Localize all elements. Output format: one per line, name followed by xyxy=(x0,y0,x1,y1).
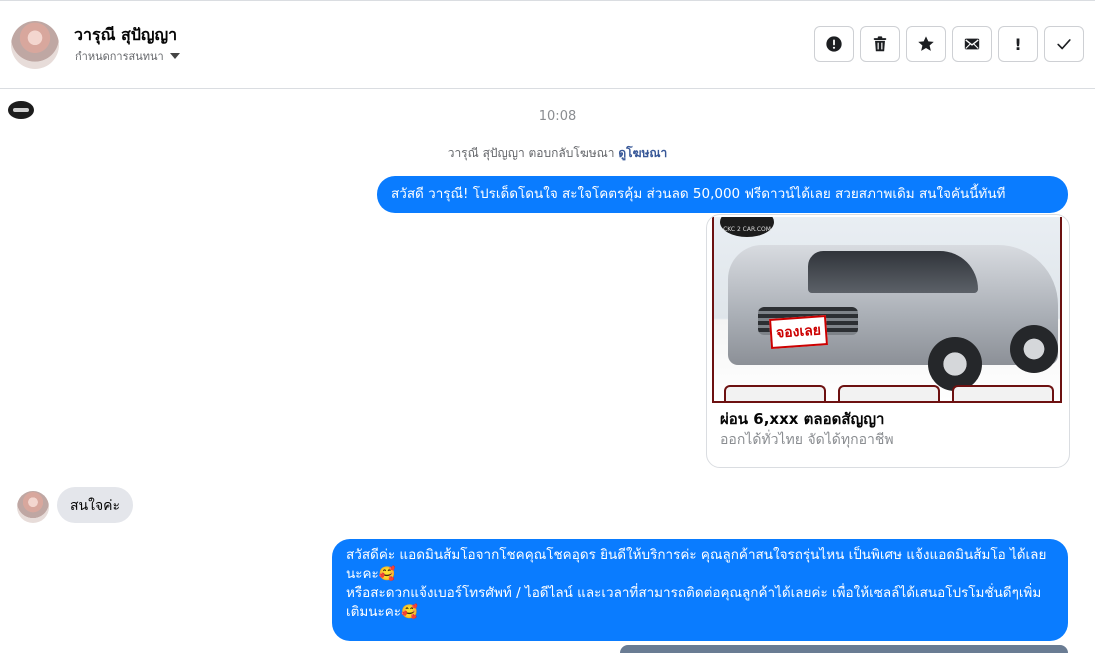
mark-unread-button[interactable] xyxy=(952,26,992,62)
done-button[interactable] xyxy=(1044,26,1084,62)
dealer-logo: CKC 2 CAR.COM xyxy=(720,217,774,237)
ad-card[interactable]: CKC 2 CAR.COM จองเลย ผ่อน 6,xxx ตลอดสัญญ… xyxy=(706,214,1070,468)
message-timestamp: 10:08 xyxy=(538,109,577,124)
checkmark-icon xyxy=(1057,39,1071,50)
contact-avatar-small[interactable] xyxy=(17,491,49,523)
delete-button[interactable] xyxy=(860,26,900,62)
report-button[interactable] xyxy=(814,26,854,62)
conversation-schedule-menu[interactable]: กำหนดการสนทนา xyxy=(75,47,180,65)
message-text: สวัสดีค่ะ แอดมินส้มโอจากโชคคุณโชคอุดร ยิ… xyxy=(346,547,1047,620)
book-now-stamp: จองเลย xyxy=(769,315,828,349)
view-ad-link[interactable]: ดูโฆษณา xyxy=(618,146,667,160)
star-icon xyxy=(918,36,934,51)
ad-reply-text: วารุณี สุปัญญา ตอบกลับโฆษณา xyxy=(447,146,615,160)
message-bubble-outgoing[interactable]: สวัสดีค่ะ แอดมินส้มโอจากโชคคุณโชคอุดร ยิ… xyxy=(332,539,1068,641)
envelope-icon xyxy=(964,38,980,50)
ad-car-image: CKC 2 CAR.COM จองเลย xyxy=(712,217,1062,403)
ad-card-subtitle: ออกได้ทั่วไทย จัดได้ทุกอาชีพ xyxy=(720,432,894,448)
alert-circle-icon xyxy=(826,36,842,52)
caret-down-icon xyxy=(169,53,180,59)
trash-icon xyxy=(873,36,887,52)
contact-name[interactable]: วารุณี สุปัญญา xyxy=(74,23,177,48)
flag-button[interactable]: ! xyxy=(998,26,1038,62)
contact-avatar[interactable] xyxy=(11,21,59,69)
star-button[interactable] xyxy=(906,26,946,62)
header-actions: ! xyxy=(814,26,1084,62)
ad-card-title: ผ่อน 6,xxx ตลอดสัญญา xyxy=(720,410,885,428)
image-thumbnails xyxy=(724,385,1054,401)
next-message-preview xyxy=(620,645,1068,653)
message-bubble-outgoing[interactable]: สวัสดี วารุณี! โปรเด็ดโดนใจ สะใจโคตรคุ้ม… xyxy=(377,176,1068,213)
exclamation-icon: ! xyxy=(1014,34,1022,54)
conversation-header: วารุณี สุปัญญา กำหนดการสนทนา ! xyxy=(0,1,1095,89)
ad-reply-notice: วารุณี สุปัญญา ตอบกลับโฆษณา ดูโฆษณา xyxy=(10,144,1095,163)
conversation-schedule-label: กำหนดการสนทนา xyxy=(75,50,164,63)
message-bubble-incoming[interactable]: สนใจค่ะ xyxy=(57,487,134,523)
